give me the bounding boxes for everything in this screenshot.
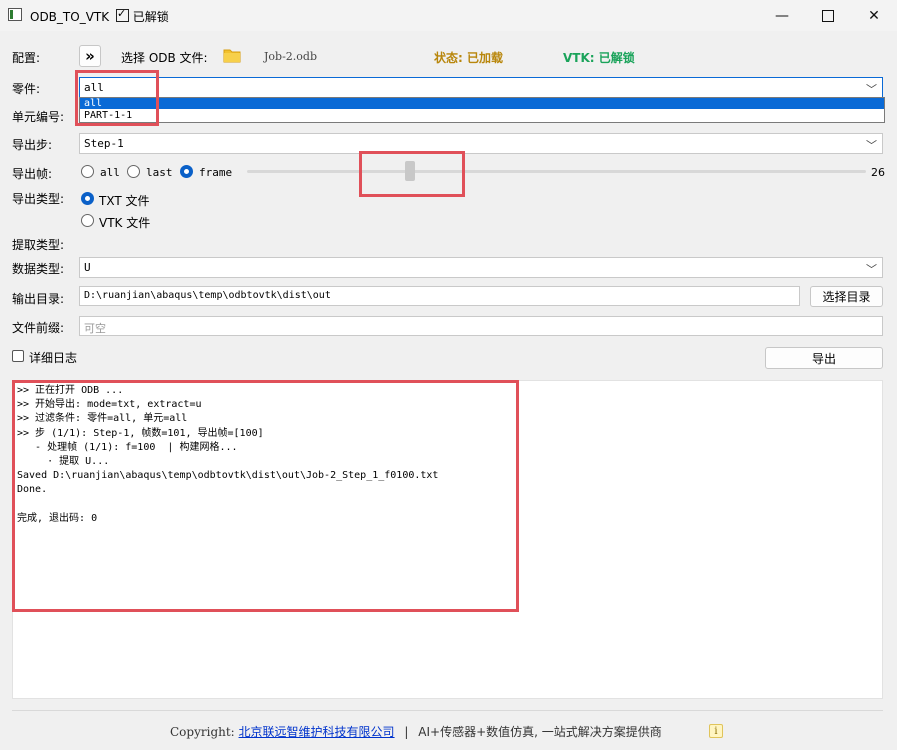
- window-title-text: ODB_TO_VTK: [30, 10, 110, 24]
- maximize-icon: [822, 9, 834, 22]
- part-highlight-box: [75, 70, 159, 126]
- footer-separator: |: [404, 725, 409, 739]
- step-label: 导出步:: [12, 138, 53, 152]
- step-combo-value: Step-1: [84, 137, 124, 150]
- frame-radio-frame[interactable]: [180, 165, 193, 178]
- close-icon: ✕: [868, 7, 880, 24]
- element-label: 单元编号:: [12, 110, 65, 124]
- info-icon: i: [714, 725, 718, 737]
- window-title: ODB_TO_VTK ✓ 已解锁: [30, 7, 169, 25]
- file-prefix-placeholder: 可空: [84, 322, 106, 335]
- minimize-icon: —: [775, 7, 789, 24]
- part-option-all[interactable]: all: [80, 98, 884, 109]
- company-link[interactable]: 北京联远智维护科技有限公司: [239, 725, 395, 739]
- data-type-combo-value: U: [84, 261, 91, 274]
- chevron-down-icon: ﹀: [866, 139, 877, 152]
- part-label: 零件:: [12, 82, 41, 96]
- frame-radio-all-label: all: [100, 166, 120, 179]
- select-odb-label: 选择 ODB 文件:: [121, 51, 208, 65]
- slider-highlight-box: [359, 151, 465, 197]
- browse-dir-button[interactable]: 选择目录: [810, 286, 883, 307]
- frame-slider-value: 26: [871, 166, 885, 179]
- folder-icon: [223, 49, 241, 63]
- export-type-radio-txt-label: TXT 文件: [99, 194, 150, 208]
- vtk-status: VTK: 已解锁: [563, 51, 635, 65]
- extract-type-label: 提取类型:: [12, 238, 65, 252]
- info-button[interactable]: i: [709, 724, 723, 738]
- verbose-log-checkbox[interactable]: [12, 350, 24, 362]
- frame-radio-last-label: last: [146, 166, 173, 179]
- data-type-combo[interactable]: U ﹀: [79, 257, 883, 278]
- title-bar: ODB_TO_VTK ✓ 已解锁 — ✕: [0, 0, 897, 31]
- chevron-down-icon: ﹀: [866, 263, 877, 276]
- part-combo[interactable]: all ﹀: [79, 77, 883, 98]
- folder-button[interactable]: [222, 45, 242, 65]
- frame-label: 导出帧:: [12, 167, 53, 181]
- output-dir-label: 输出目录:: [12, 292, 65, 306]
- part-dropdown-list: all PART-1-1: [79, 97, 885, 123]
- window-title-status: 已解锁: [132, 10, 169, 24]
- export-type-radio-txt[interactable]: [81, 192, 94, 205]
- config-label: 配置:: [12, 51, 41, 65]
- config-expand-button[interactable]: »: [79, 45, 101, 67]
- data-type-label: 数据类型:: [12, 262, 65, 276]
- footer-divider: [12, 710, 883, 711]
- log-highlight-box: [12, 380, 519, 612]
- output-dir-value: D:\ruanjian\abaqus\temp\odbtovtk\dist\ou…: [84, 290, 331, 301]
- footer: Copyright: 北京联远智维护科技有限公司 | AI+传感器+数值仿真, …: [170, 723, 662, 740]
- frame-radio-all[interactable]: [81, 165, 94, 178]
- export-type-label: 导出类型:: [12, 192, 65, 206]
- double-chevron-right-icon: »: [85, 47, 95, 65]
- export-type-radio-vtk[interactable]: [81, 214, 94, 227]
- close-button[interactable]: ✕: [851, 0, 897, 31]
- export-button[interactable]: 导出: [765, 347, 883, 369]
- app-icon: [8, 8, 22, 21]
- frame-radio-frame-label: frame: [199, 166, 233, 179]
- footer-copyright-label: Copyright:: [170, 725, 235, 739]
- file-prefix-label: 文件前缀:: [12, 321, 65, 335]
- file-prefix-input[interactable]: 可空: [79, 316, 883, 336]
- odb-file-name: Job-2.odb: [264, 50, 317, 63]
- load-status: 状态: 已加载: [434, 51, 503, 65]
- step-combo[interactable]: Step-1 ﹀: [79, 133, 883, 154]
- frame-radio-last[interactable]: [127, 165, 140, 178]
- output-dir-input[interactable]: D:\ruanjian\abaqus\temp\odbtovtk\dist\ou…: [79, 286, 800, 306]
- export-type-radio-vtk-label: VTK 文件: [99, 216, 151, 230]
- chevron-down-icon: ﹀: [866, 83, 877, 96]
- frame-slider-track[interactable]: [247, 170, 866, 173]
- maximize-button[interactable]: [805, 0, 851, 31]
- verbose-log-label: 详细日志: [29, 351, 78, 365]
- part-option-part-1-1[interactable]: PART-1-1: [80, 110, 884, 122]
- title-checkbox-icon: ✓: [115, 7, 129, 22]
- minimize-button[interactable]: —: [759, 0, 805, 31]
- footer-tagline: AI+传感器+数值仿真, 一站式解决方案提供商: [418, 725, 662, 739]
